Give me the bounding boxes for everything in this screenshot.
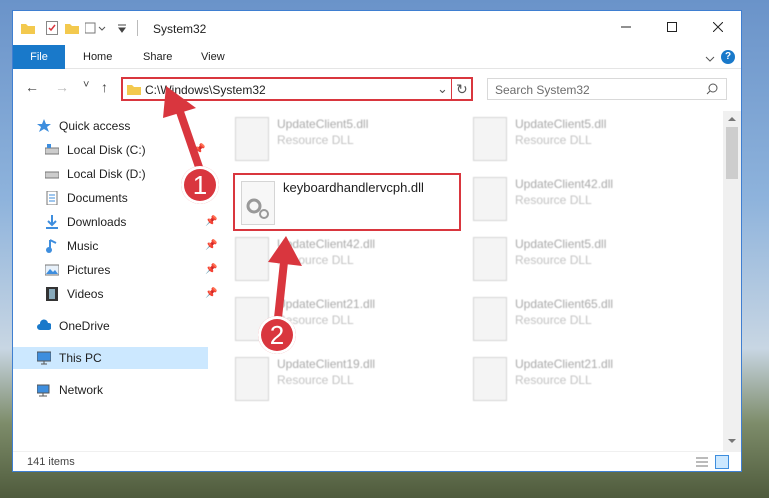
annotation-arrows: [163, 86, 302, 319]
arrow-1-shaft: [174, 104, 204, 172]
step-badge-2: 2: [258, 316, 296, 354]
arrow-2-shaft: [274, 261, 288, 319]
arrow-2-head: [268, 236, 302, 266]
step-badge-1: 1: [181, 166, 219, 204]
